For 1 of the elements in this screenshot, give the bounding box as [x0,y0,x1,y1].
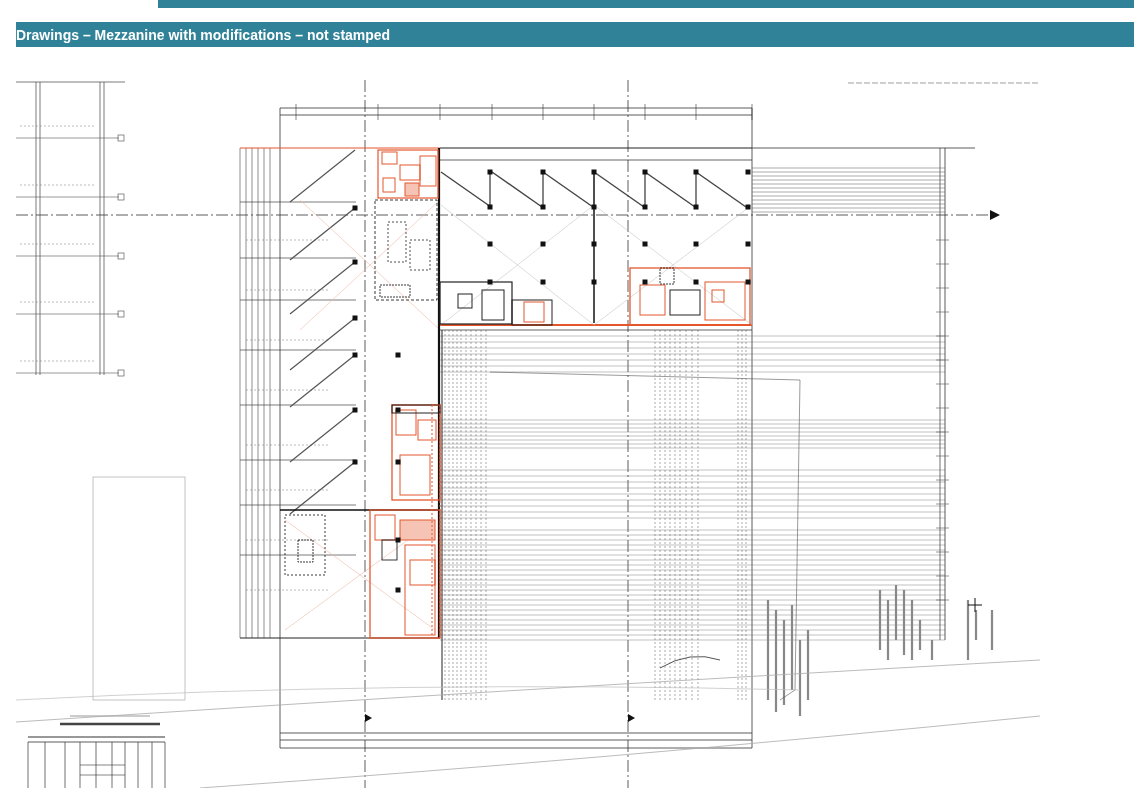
section-header: Drawings – Mezzanine with modifications – not stamped [16,22,1134,47]
